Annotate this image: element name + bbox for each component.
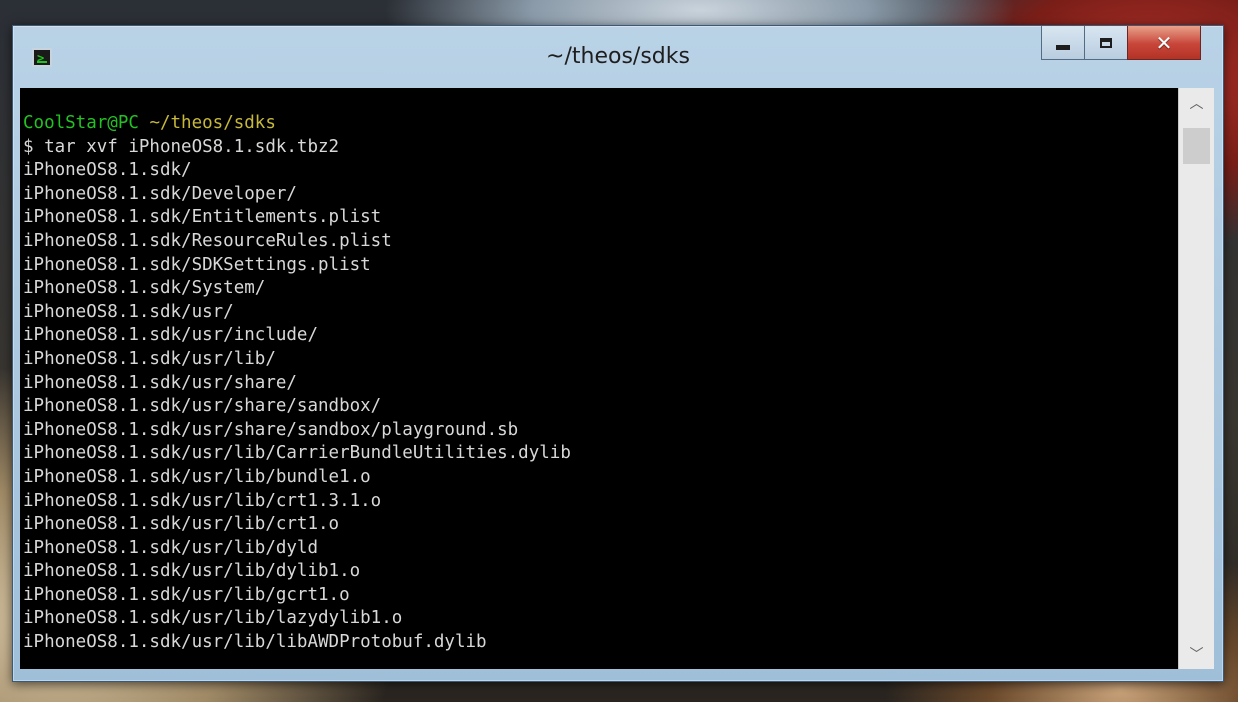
minimize-button[interactable] <box>1041 26 1085 60</box>
output-line: iPhoneOS8.1.sdk/usr/lib/CarrierBundleUti… <box>23 443 571 464</box>
scroll-down-button[interactable]: ﹀ <box>1179 639 1214 669</box>
output-line: iPhoneOS8.1.sdk/System/ <box>23 278 266 299</box>
output-line: iPhoneOS8.1.sdk/Developer/ <box>23 183 297 204</box>
scrollbar-thumb[interactable] <box>1183 128 1210 164</box>
prompt-user: CoolStar@PC <box>23 113 139 133</box>
terminal-lines: CoolStar@PC ~/theos/sdks $ tar xvf iPhon… <box>20 88 1178 655</box>
chevron-up-icon: ︿ <box>1189 96 1204 112</box>
output-line: iPhoneOS8.1.sdk/usr/share/sandbox/playgr… <box>23 419 519 440</box>
vertical-scrollbar[interactable]: ︿ ﹀ <box>1178 88 1214 669</box>
output-line: iPhoneOS8.1.sdk/ResourceRules.plist <box>23 230 392 251</box>
prompt-line: CoolStar@PC ~/theos/sdks <box>23 112 1178 136</box>
output-line: iPhoneOS8.1.sdk/usr/lib/gcrt1.o <box>23 584 350 605</box>
output-line: iPhoneOS8.1.sdk/usr/lib/ <box>23 348 276 369</box>
output-line: iPhoneOS8.1.sdk/usr/include/ <box>23 325 319 346</box>
output-line: iPhoneOS8.1.sdk/usr/lib/crt1.3.1.o <box>23 490 382 511</box>
prompt-directory: ~/theos/sdks <box>149 113 276 133</box>
terminal-output[interactable]: CoolStar@PC ~/theos/sdks $ tar xvf iPhon… <box>20 88 1178 669</box>
close-icon: ✕ <box>1155 30 1173 55</box>
output-line: iPhoneOS8.1.sdk/usr/lib/dyld <box>23 537 319 558</box>
output-line: iPhoneOS8.1.sdk/ <box>23 160 192 181</box>
output-line: iPhoneOS8.1.sdk/usr/share/sandbox/ <box>23 396 382 417</box>
title-bar[interactable]: > ~/theos/sdks ✕ <box>13 26 1223 88</box>
minimize-icon <box>1056 45 1070 50</box>
output-line: iPhoneOS8.1.sdk/Entitlements.plist <box>23 207 382 228</box>
output-line: iPhoneOS8.1.sdk/usr/lib/dylib1.o <box>23 561 361 582</box>
maximize-icon <box>1100 37 1112 48</box>
window-controls: ✕ <box>1041 26 1201 62</box>
output-line: iPhoneOS8.1.sdk/usr/ <box>23 301 234 322</box>
output-line: iPhoneOS8.1.sdk/usr/lib/lazydylib1.o <box>23 608 403 629</box>
output-line: iPhoneOS8.1.sdk/usr/share/ <box>23 372 297 393</box>
chevron-down-icon: ﹀ <box>1189 647 1204 663</box>
output-line: iPhoneOS8.1.sdk/SDKSettings.plist <box>23 254 371 275</box>
output-line: iPhoneOS8.1.sdk/usr/lib/bundle1.o <box>23 466 371 487</box>
maximize-button[interactable] <box>1084 26 1128 60</box>
output-line: iPhoneOS8.1.sdk/usr/lib/libAWDProtobuf.d… <box>23 632 487 653</box>
close-button[interactable]: ✕ <box>1127 26 1201 60</box>
command-line: $ tar xvf iPhoneOS8.1.sdk.tbz2 <box>23 136 340 157</box>
scroll-up-button[interactable]: ︿ <box>1179 88 1214 118</box>
output-line: iPhoneOS8.1.sdk/usr/lib/crt1.o <box>23 514 340 535</box>
terminal-window: > ~/theos/sdks ✕ CoolStar@PC ~/theos/sdk… <box>12 25 1224 682</box>
